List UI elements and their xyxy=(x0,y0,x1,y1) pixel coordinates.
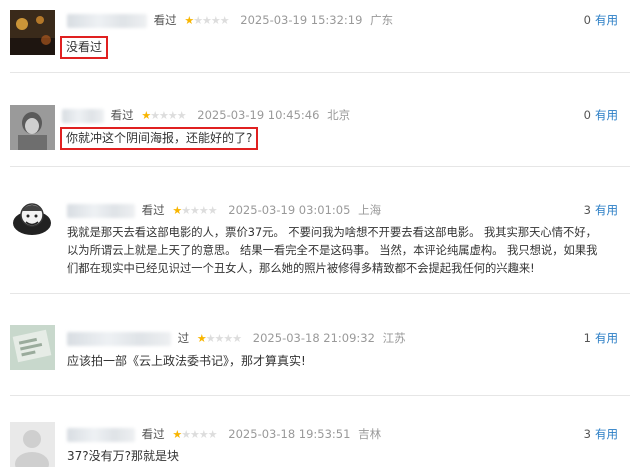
comment-text: 37?没有万?那就是块 xyxy=(67,449,180,463)
watched-label: 看过 xyxy=(110,108,134,122)
comment-text: 你就冲这个阴间海报，还能好的了? xyxy=(60,127,259,150)
useful-vote[interactable]: 0 有用 xyxy=(584,11,618,29)
useful-count: 1 xyxy=(583,331,591,345)
useful-button[interactable]: 有用 xyxy=(595,13,618,27)
star-filled-icon: ★ xyxy=(172,204,182,217)
rating-stars: ★★★★★ xyxy=(196,332,242,345)
useful-count: 0 xyxy=(583,108,591,122)
star-filled-icon: ★ xyxy=(172,428,182,441)
username[interactable] xyxy=(67,203,135,218)
useful-button[interactable]: 有用 xyxy=(595,108,618,122)
comment-location: 江苏 xyxy=(382,331,406,345)
comment-text-line: 我就是那天去看这部电影的人，票价37元。 不要问我为啥想不开要去看这部电影。 我… xyxy=(67,226,597,239)
useful-count: 3 xyxy=(583,203,591,217)
comment-time: 2025-03-19 03:01:05 xyxy=(228,203,351,217)
avatar[interactable] xyxy=(10,10,55,55)
username[interactable] xyxy=(67,13,147,28)
star-filled-icon: ★ xyxy=(196,332,207,345)
divider xyxy=(10,395,630,396)
username[interactable] xyxy=(67,331,171,346)
rating-stars: ★★★★★ xyxy=(141,109,186,122)
divider xyxy=(10,72,630,73)
useful-button[interactable]: 有用 xyxy=(595,427,618,441)
useful-button[interactable]: 有用 xyxy=(595,203,618,217)
comment-header: 看过 ★★★★★ 2025-03-19 03:01:05 上海 xyxy=(67,201,381,220)
comment-time: 2025-03-19 10:45:46 xyxy=(197,108,320,122)
comment-location: 北京 xyxy=(327,108,351,122)
rating-stars: ★★★★★ xyxy=(184,14,229,27)
comment-text: 我就是那天去看这部电影的人，票价37元。 不要问我为啥想不开要去看这部电影。 我… xyxy=(67,224,597,278)
watched-label: 看过 xyxy=(153,13,177,27)
comment-time: 2025-03-18 21:09:32 xyxy=(252,331,375,345)
comment-header: 看过 ★★★★★ 2025-03-19 10:45:46 北京 xyxy=(62,106,350,125)
comment-time: 2025-03-19 15:32:19 xyxy=(240,13,363,27)
comment-header: 过 ★★★★★ 2025-03-18 21:09:32 江苏 xyxy=(67,329,406,348)
avatar[interactable] xyxy=(10,422,55,467)
useful-button[interactable]: 有用 xyxy=(595,331,618,345)
useful-vote[interactable]: 3 有用 xyxy=(584,425,618,443)
username[interactable] xyxy=(62,108,104,123)
avatar[interactable] xyxy=(10,325,55,370)
comment-text: 应该拍一部《云上政法委书记》，那才算真实! xyxy=(67,354,306,368)
comment-text: 没看过 xyxy=(60,36,109,59)
watched-label: 看过 xyxy=(141,427,165,441)
avatar[interactable] xyxy=(10,197,55,242)
watched-label: 看过 xyxy=(141,203,165,217)
divider xyxy=(10,166,630,167)
username[interactable] xyxy=(67,427,135,442)
comment-text-line: 以为所谓云上就是上天了的意思。 结果一看完全不是这码事。 当然，本评论纯属虚构。… xyxy=(67,244,598,257)
comment-location: 广东 xyxy=(370,13,394,27)
star-filled-icon: ★ xyxy=(184,14,194,27)
star-filled-icon: ★ xyxy=(141,109,151,122)
useful-count: 3 xyxy=(583,427,591,441)
watched-label: 过 xyxy=(177,331,190,345)
comment-header: 看过 ★★★★★ 2025-03-19 15:32:19 广东 xyxy=(67,11,393,30)
useful-vote[interactable]: 0 有用 xyxy=(584,106,618,124)
comment-text-line: 们都在现实中已经见识过一个丑女人，那么她的照片被修得多精致都不会提起我任何的兴趣… xyxy=(67,262,535,275)
rating-stars: ★★★★★ xyxy=(172,428,217,441)
divider xyxy=(10,293,630,294)
useful-vote[interactable]: 3 有用 xyxy=(584,201,618,219)
comment-location: 上海 xyxy=(358,203,382,217)
useful-count: 0 xyxy=(583,13,591,27)
avatar[interactable] xyxy=(10,105,55,150)
comment-location: 吉林 xyxy=(358,427,382,441)
comment-header: 看过 ★★★★★ 2025-03-18 19:53:51 吉林 xyxy=(67,425,381,444)
rating-stars: ★★★★★ xyxy=(172,204,217,217)
useful-vote[interactable]: 1 有用 xyxy=(584,329,618,347)
comment-time: 2025-03-18 19:53:51 xyxy=(228,427,351,441)
